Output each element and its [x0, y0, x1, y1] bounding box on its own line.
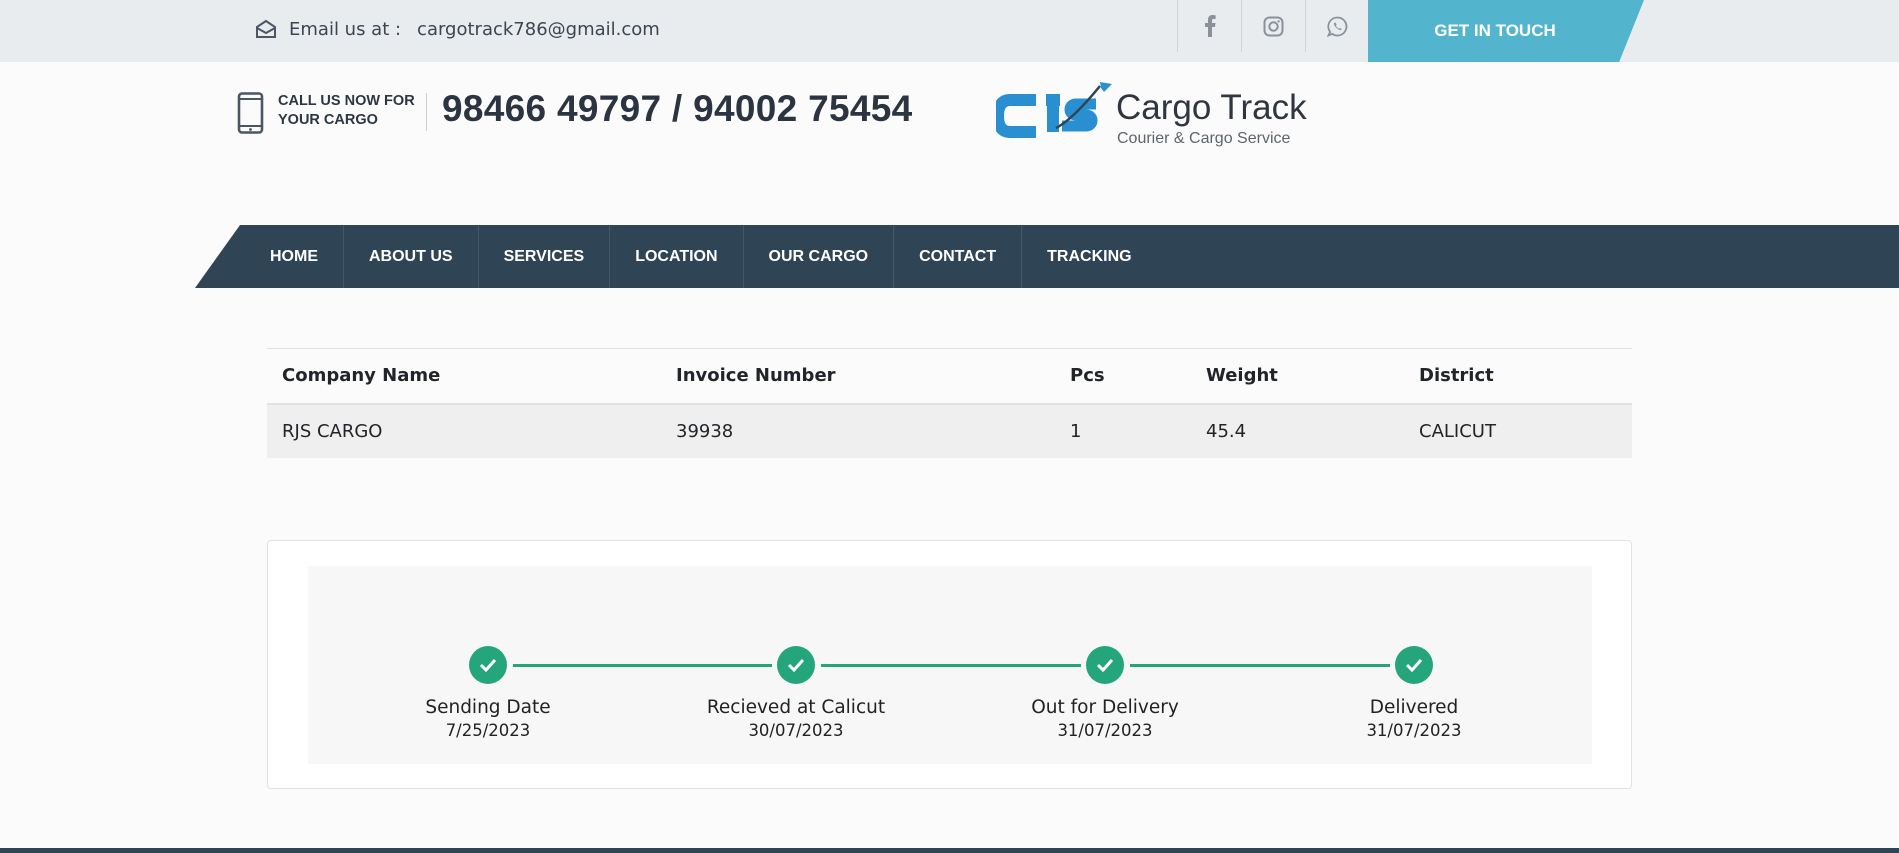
logo-subtitle: Courier & Cargo Service — [1117, 130, 1291, 147]
step-date: 7/25/2023 — [445, 721, 531, 740]
email-label: Email us at : — [289, 18, 402, 40]
call-line-1: CALL US NOW FOR — [278, 93, 415, 109]
step-name: Out for Delivery — [1031, 697, 1179, 718]
cell-pcs: 1 — [1055, 403, 1191, 458]
envelope-icon — [256, 19, 276, 38]
call-line-2: YOUR CARGO — [278, 112, 378, 128]
cell-weight: 45.4 — [1191, 403, 1404, 458]
nav-about-us[interactable]: ABOUT US — [344, 225, 479, 288]
phone-numbers: 98466 49797 / 94002 75454 — [442, 88, 913, 129]
step-name: Sending Date — [425, 697, 551, 718]
header-company-name: Company Name — [267, 348, 661, 405]
footer-strip — [0, 848, 1899, 853]
check-icon — [469, 646, 507, 684]
step-received-at-calicut: Recieved at Calicut 30/07/2023 — [666, 646, 926, 740]
step-date: 30/07/2023 — [748, 721, 844, 740]
get-in-touch-button[interactable]: GET IN TOUCH — [1368, 0, 1644, 62]
nav-services[interactable]: SERVICES — [479, 225, 611, 288]
table-header-row: Company Name Invoice Number Pcs Weight D… — [267, 348, 1632, 405]
table-row: RJS CARGO 39938 1 45.4 CALICUT — [267, 403, 1632, 458]
header-pcs: Pcs — [1055, 348, 1191, 405]
instagram-icon[interactable] — [1241, 0, 1305, 52]
email-link[interactable]: cargotrack786@gmail.com — [417, 19, 660, 40]
tracking-progress: Sending Date 7/25/2023 Recieved at Calic… — [308, 566, 1592, 764]
step-date: 31/07/2023 — [1366, 721, 1462, 740]
nav-home[interactable]: HOME — [245, 225, 344, 288]
call-us-text: CALL US NOW FOR YOUR CARGO — [278, 92, 415, 130]
check-icon — [1086, 646, 1124, 684]
cell-invoice-number: 39938 — [661, 403, 1055, 458]
whatsapp-icon[interactable] — [1305, 0, 1369, 52]
top-bar: Email us at : cargotrack786@gmail.com GE… — [0, 0, 1899, 62]
step-name: Recieved at Calicut — [706, 697, 886, 718]
step-date: 31/07/2023 — [1057, 721, 1153, 740]
step-out-for-delivery: Out for Delivery 31/07/2023 — [975, 646, 1235, 740]
nav-our-cargo[interactable]: OUR CARGO — [744, 225, 895, 288]
shipment-table: Company Name Invoice Number Pcs Weight D… — [267, 348, 1632, 458]
cell-company-name: RJS CARGO — [267, 403, 661, 458]
logo-title: Cargo Track — [1116, 88, 1307, 127]
email-contact: Email us at : cargotrack786@gmail.com — [255, 0, 660, 58]
nav-tracking[interactable]: TRACKING — [1022, 225, 1156, 288]
check-icon — [777, 646, 815, 684]
check-icon — [1395, 646, 1433, 684]
step-sending-date: Sending Date 7/25/2023 — [358, 646, 618, 740]
nav-contact[interactable]: CONTACT — [894, 225, 1023, 288]
header-district: District — [1404, 348, 1632, 405]
header-invoice-number: Invoice Number — [661, 348, 1055, 405]
cargo-track-logo-icon[interactable] — [996, 82, 1112, 148]
tracking-card: Sending Date 7/25/2023 Recieved at Calic… — [267, 540, 1632, 789]
header-weight: Weight — [1191, 348, 1404, 405]
nav-location[interactable]: LOCATION — [610, 225, 744, 288]
mobile-phone-icon — [237, 92, 264, 134]
facebook-icon[interactable] — [1177, 0, 1241, 52]
header-divider — [426, 93, 427, 131]
step-delivered: Delivered 31/07/2023 — [1284, 646, 1544, 740]
step-name: Delivered — [1369, 697, 1459, 718]
social-links — [1177, 0, 1369, 58]
main-navigation: HOME ABOUT US SERVICES LOCATION OUR CARG… — [195, 225, 1899, 288]
cell-district: CALICUT — [1404, 403, 1632, 458]
